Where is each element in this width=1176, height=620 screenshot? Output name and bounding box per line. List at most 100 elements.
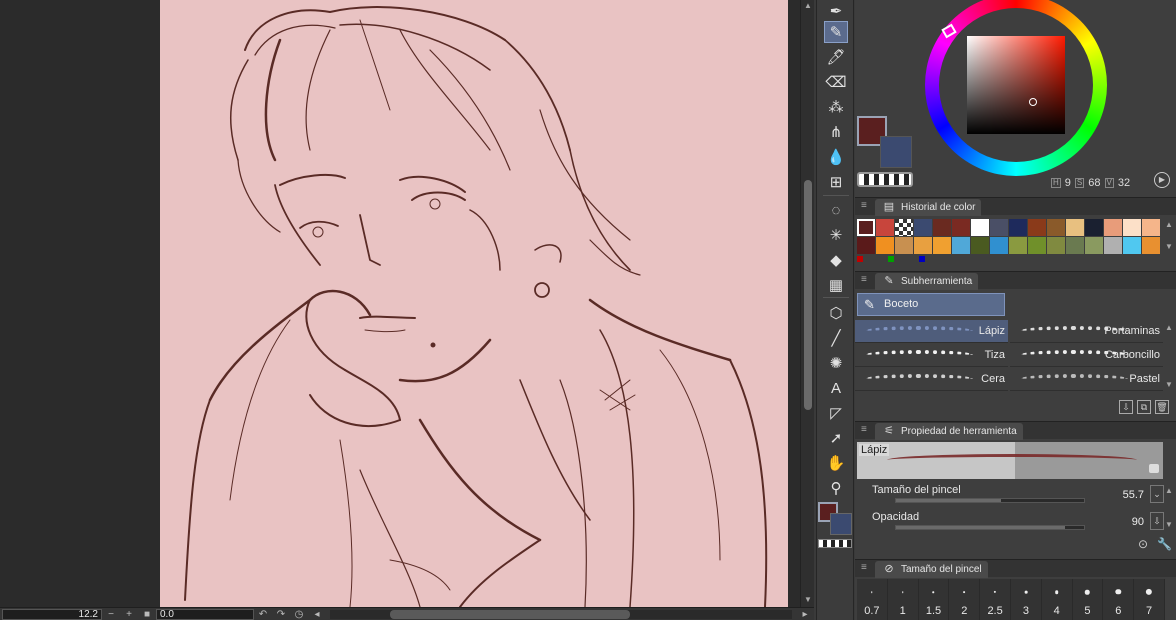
color-history-swatch[interactable] <box>895 237 913 254</box>
settings-dial-icon[interactable]: ⊙ <box>1138 537 1148 551</box>
object-select-icon[interactable]: ➚ <box>824 427 848 449</box>
3d-object-icon[interactable]: ⬡ <box>824 302 848 324</box>
brush-size-preset[interactable]: 1.5 <box>918 579 950 620</box>
brush-scroll-up-icon[interactable]: ▲ <box>1164 323 1174 332</box>
brush-size-stepper[interactable]: ⌄ <box>1150 485 1164 503</box>
color-history-swatch[interactable] <box>876 237 894 254</box>
subtool-brush-item[interactable]: Carboncillo <box>1010 344 1163 367</box>
fit-view-icon[interactable]: ■ <box>141 609 153 620</box>
scroll-up-icon[interactable]: ▲ <box>804 2 812 10</box>
tab-subtool[interactable]: ✎ Subherramienta <box>875 273 979 290</box>
color-history-swatch[interactable] <box>971 219 989 236</box>
zoom-in-icon[interactable]: + <box>123 609 135 620</box>
gradient-icon[interactable]: ▦ <box>824 274 848 296</box>
color-history-swatch[interactable] <box>1028 219 1046 236</box>
scroll-down-icon[interactable]: ▼ <box>804 596 812 604</box>
color-history-swatch[interactable] <box>857 219 875 236</box>
horizontal-scroll-thumb[interactable] <box>390 609 630 619</box>
scroll-thumb[interactable] <box>804 180 812 410</box>
eraser-icon[interactable]: ⌫ <box>824 71 848 93</box>
color-history-swatch[interactable] <box>1123 237 1141 254</box>
color-history-swatch[interactable] <box>933 237 951 254</box>
scroll-right-icon[interactable]: ▸ <box>799 609 811 620</box>
opacity-slider[interactable] <box>895 525 1085 530</box>
color-history-swatch[interactable] <box>990 219 1008 236</box>
color-history-swatch[interactable] <box>1047 219 1065 236</box>
drawing-canvas[interactable] <box>160 0 788 607</box>
panel-menu-icon[interactable]: ≡ <box>861 201 869 211</box>
frame-border-icon[interactable]: ◸ <box>824 402 848 424</box>
color-history-swatch[interactable] <box>1123 219 1141 236</box>
pen-nib-icon[interactable]: ✒ <box>824 0 848 22</box>
color-history-swatch[interactable] <box>952 219 970 236</box>
sub-color-swatch[interactable] <box>880 136 912 168</box>
subtool-brush-item[interactable]: Tiza <box>855 344 1008 367</box>
color-history-swatch[interactable] <box>1009 219 1027 236</box>
lasso-select-icon[interactable]: ◌ <box>824 199 848 221</box>
panel-menu-icon[interactable]: ≡ <box>861 425 869 435</box>
canvas-viewport[interactable] <box>0 0 800 607</box>
play-icon[interactable]: ▶ <box>1154 172 1170 188</box>
subtool-brush-item[interactable]: Pastel <box>1010 368 1163 391</box>
grid-figure-icon[interactable]: ⊞ <box>824 171 848 193</box>
color-history-swatch[interactable] <box>1085 219 1103 236</box>
brush-size-preset[interactable]: 0.7 <box>857 579 888 620</box>
reset-rotation-icon[interactable]: ◷ <box>293 609 305 620</box>
brush-size-preset[interactable]: 7 <box>1134 579 1165 620</box>
color-history-swatch[interactable] <box>933 219 951 236</box>
color-history-swatch[interactable] <box>1028 237 1046 254</box>
zoom-out-icon[interactable]: − <box>105 609 117 620</box>
panel-menu-icon[interactable]: ≡ <box>861 563 869 573</box>
property-scroll-down-icon[interactable]: ▼ <box>1164 520 1174 529</box>
rotation-field[interactable]: 0.0 <box>156 608 254 620</box>
opacity-stepper[interactable]: ⇩ <box>1150 512 1164 530</box>
color-history-swatch[interactable] <box>1009 237 1027 254</box>
pencil-icon[interactable]: ✎ <box>824 21 848 43</box>
grass-brush-icon[interactable]: ⋔ <box>824 121 848 143</box>
lock-icon[interactable] <box>1149 464 1159 473</box>
color-history-swatch[interactable] <box>1066 219 1084 236</box>
brush-size-value[interactable]: 55.7 <box>1123 489 1144 501</box>
subtool-brush-item[interactable]: Cera <box>855 368 1008 391</box>
tab-brush-size[interactable]: ⊘ Tamaño del pincel <box>875 561 988 578</box>
brush-size-preset[interactable]: 1 <box>887 579 919 620</box>
color-history-swatch[interactable] <box>1142 219 1160 236</box>
speed-lines-icon[interactable]: ✺ <box>824 352 848 374</box>
color-history-swatch[interactable] <box>914 237 932 254</box>
hand-icon[interactable]: ✋ <box>824 452 848 474</box>
color-history-swatch[interactable] <box>1104 219 1122 236</box>
opacity-value[interactable]: 90 <box>1132 516 1144 528</box>
rotate-right-icon[interactable]: ↷ <box>275 609 287 620</box>
line-icon[interactable]: ╱ <box>824 327 848 349</box>
color-history-swatch[interactable] <box>971 237 989 254</box>
text-tool-icon[interactable]: A <box>824 377 848 399</box>
wrench-icon[interactable]: 🔧 <box>1157 537 1172 551</box>
brush-size-preset[interactable]: 3 <box>1010 579 1042 620</box>
spray-icon[interactable]: ⁂ <box>824 96 848 118</box>
color-history-swatch[interactable] <box>857 237 875 254</box>
flip-horizontal-icon[interactable]: ◂ <box>311 609 323 620</box>
brush-scroll-down-icon[interactable]: ▼ <box>1164 380 1174 389</box>
history-scroll-down-icon[interactable]: ▼ <box>1164 242 1174 251</box>
import-icon[interactable]: ⇩ <box>1119 400 1133 414</box>
panel-menu-icon[interactable]: ≡ <box>861 275 869 285</box>
color-history-swatch[interactable] <box>1085 237 1103 254</box>
color-history-swatch[interactable] <box>1104 237 1122 254</box>
transparent-color-swatch[interactable] <box>857 172 913 187</box>
duplicate-icon[interactable]: ⧉ <box>1137 400 1151 414</box>
tab-tool-property[interactable]: ⚟ Propiedad de herramienta <box>875 423 1023 440</box>
brush-size-preset[interactable]: 6 <box>1103 579 1135 620</box>
canvas-vertical-scrollbar[interactable]: ▲ ▼ <box>800 0 814 607</box>
color-wheel[interactable] <box>925 0 1107 176</box>
color-history-swatch[interactable] <box>895 219 913 236</box>
brush-size-preset[interactable]: 2.5 <box>980 579 1011 620</box>
color-history-swatch[interactable] <box>990 237 1008 254</box>
color-history-swatch[interactable] <box>1047 237 1065 254</box>
toolbar-transparent-color[interactable] <box>818 539 852 548</box>
horizontal-scrollbar[interactable] <box>330 609 792 619</box>
rotate-left-icon[interactable]: ↶ <box>257 609 269 620</box>
brush-size-preset[interactable]: 2 <box>949 579 981 620</box>
history-scroll-up-icon[interactable]: ▲ <box>1164 220 1174 229</box>
magic-wand-icon[interactable]: ✳ <box>824 224 848 246</box>
fill-bucket-icon[interactable]: ◆ <box>824 249 848 271</box>
